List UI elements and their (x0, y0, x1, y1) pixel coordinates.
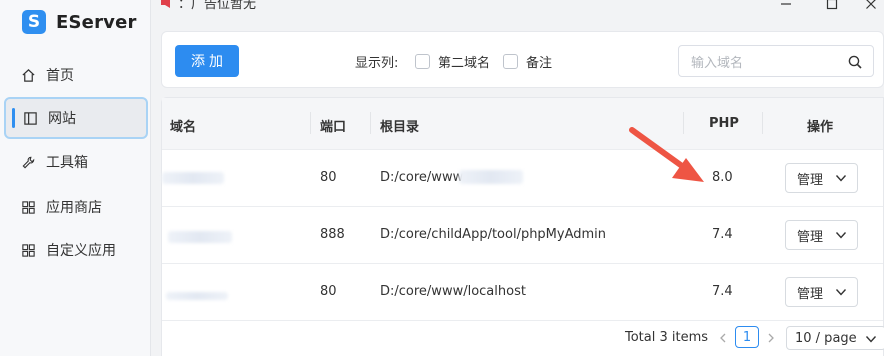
cell-php: 7.4 (712, 227, 733, 242)
columns-label: 显示列: (355, 56, 399, 71)
domain-redacted (166, 292, 228, 300)
close-icon (866, 0, 876, 9)
header-port[interactable]: 端口 (320, 116, 346, 135)
notice-bar: ：广告位暂无 (160, 0, 257, 12)
sidebar-item-toolbox[interactable]: 工具箱 (4, 141, 148, 183)
checkbox-label: 第二域名 (438, 56, 491, 71)
domain-redacted (162, 172, 224, 184)
wrench-icon (20, 154, 36, 170)
minimize-icon (781, 3, 791, 5)
chevron-down-icon (865, 336, 877, 343)
home-icon (20, 67, 36, 83)
sidebar-item-custom-apps[interactable]: 自定义应用 (4, 229, 148, 271)
sidebar-item-label: 网站 (48, 111, 76, 127)
page-size-select[interactable]: 10 / page (786, 326, 884, 350)
app-grid-icon (20, 242, 36, 258)
sidebar-item-label: 应用商店 (46, 200, 102, 216)
cell-port: 888 (320, 227, 345, 242)
cell-php: 8.0 (712, 170, 733, 185)
cell-root: D:/core/www (380, 170, 464, 185)
checkbox-label: 备注 (526, 56, 553, 71)
sidebar-item-app-store[interactable]: 应用商店 (4, 186, 148, 228)
minimize-button[interactable] (776, 0, 796, 12)
cell-root: D:/core/childApp/tool/phpMyAdmin (380, 227, 607, 242)
app-logo-icon: S (22, 10, 46, 34)
search-icon[interactable] (847, 54, 863, 70)
search-placeholder: 输入域名 (691, 55, 744, 71)
maximize-button[interactable] (822, 0, 842, 12)
sidebar-item-label: 自定义应用 (46, 243, 116, 259)
manage-label: 管理 (797, 229, 824, 245)
chevron-down-icon (835, 175, 847, 182)
cell-root: D:/core/www/localhost (380, 284, 526, 299)
brand: S EServer (22, 9, 137, 35)
table-row: 80 D:/core/www/localhost 7.4 管理 (162, 264, 883, 321)
column-toggle-remark[interactable]: 备注 (503, 52, 552, 71)
notice-text: ：广告位暂无 (178, 0, 257, 12)
chevron-down-icon (835, 289, 847, 296)
header-php[interactable]: PHP (709, 116, 739, 131)
domain-search-input[interactable]: 输入域名 (678, 45, 874, 77)
checkbox[interactable] (415, 54, 430, 69)
cell-port: 80 (320, 170, 337, 185)
toolbar: 添加 显示列: 第二域名 备注 输入域名 (161, 31, 884, 88)
sidebar-item-website[interactable]: 网站 (4, 97, 148, 139)
pagination-total: Total 3 items (625, 330, 709, 345)
checkbox[interactable] (503, 54, 518, 69)
chevron-left-icon (720, 333, 726, 343)
table-row: 80 D:/core/www 8.0 管理 (162, 150, 883, 207)
next-page-button[interactable] (765, 331, 777, 345)
cell-php: 7.4 (712, 284, 733, 299)
table-row: 888 D:/core/childApp/tool/phpMyAdmin 7.4… (162, 207, 883, 264)
manage-dropdown-button[interactable]: 管理 (785, 220, 858, 250)
root-redacted (459, 170, 523, 184)
add-site-button[interactable]: 添加 (175, 45, 239, 77)
sites-table: 域名 端口 根目录 PHP 操作 80 D:/core/www 8.0 管理 8… (161, 97, 884, 356)
table-header: 域名 端口 根目录 PHP 操作 (162, 98, 883, 150)
header-domain[interactable]: 域名 (170, 116, 196, 135)
manage-label: 管理 (797, 286, 824, 302)
manage-dropdown-button[interactable]: 管理 (785, 277, 858, 307)
app-name: EServer (56, 11, 137, 33)
sidebar-item-label: 工具箱 (46, 155, 88, 171)
sidebar: S EServer 首页 网站 工具箱 应用商店 自定义应用 (0, 0, 151, 356)
chevron-down-icon (835, 232, 847, 239)
header-actions: 操作 (807, 120, 834, 135)
sidebar-item-home[interactable]: 首页 (4, 54, 148, 96)
cell-port: 80 (320, 284, 337, 299)
speaker-icon (160, 0, 174, 9)
close-button[interactable] (861, 0, 881, 12)
website-icon (22, 110, 38, 126)
maximize-icon (826, 0, 838, 10)
sidebar-item-label: 首页 (46, 68, 74, 84)
app-grid-icon (20, 199, 36, 215)
manage-label: 管理 (797, 172, 824, 188)
page-size-value: 10 / page (795, 330, 857, 346)
domain-redacted (168, 231, 232, 243)
chevron-right-icon (768, 333, 774, 343)
manage-dropdown-button[interactable]: 管理 (785, 163, 858, 193)
page-number-current[interactable]: 1 (735, 326, 759, 348)
prev-page-button[interactable] (717, 331, 729, 345)
header-root[interactable]: 根目录 (380, 116, 419, 135)
column-toggle-second-domain[interactable]: 第二域名 (415, 52, 490, 71)
